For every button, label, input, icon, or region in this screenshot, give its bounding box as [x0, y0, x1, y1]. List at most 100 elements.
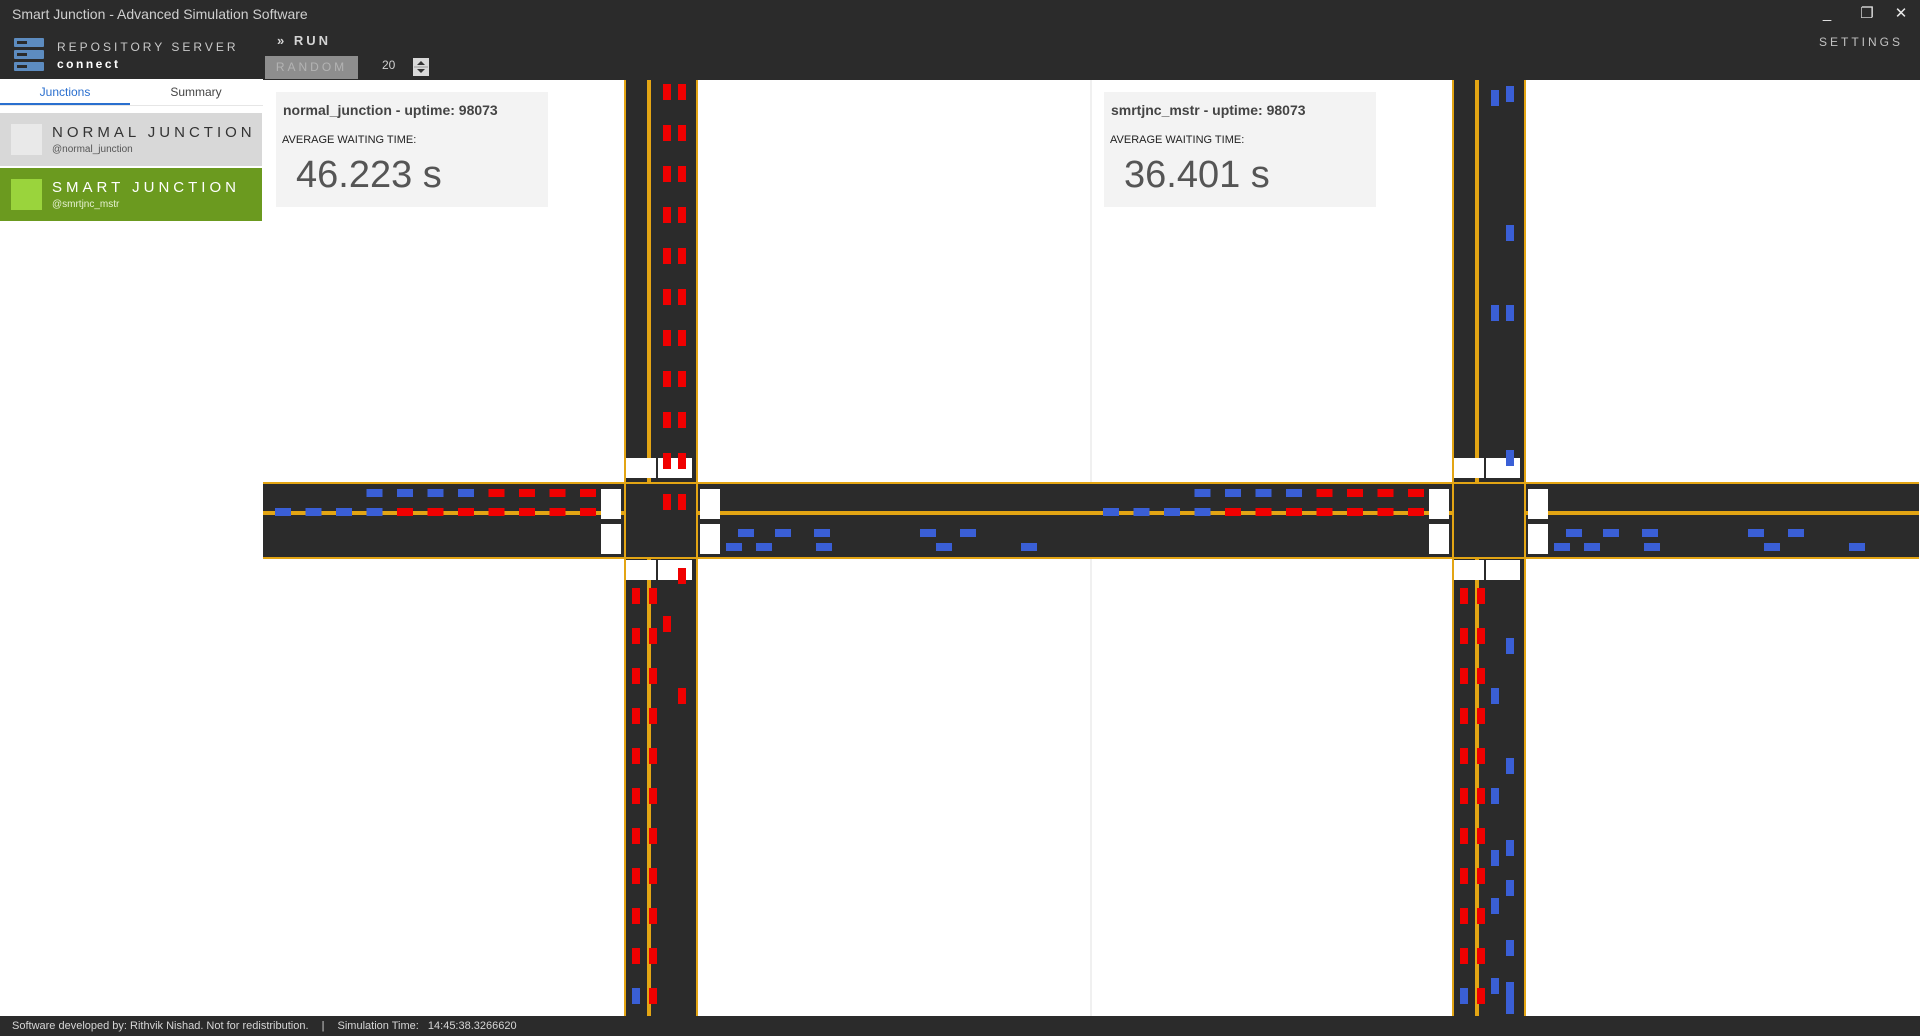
car: [1194, 489, 1211, 497]
car: [632, 828, 640, 844]
car: [649, 788, 657, 804]
car: [1225, 489, 1241, 497]
car: [814, 529, 830, 537]
car: [1506, 840, 1514, 856]
car: [738, 529, 754, 537]
random-button[interactable]: RANDOM: [265, 56, 358, 79]
crosswalk: [1528, 524, 1548, 554]
crosswalk: [1528, 489, 1548, 519]
car: [1491, 90, 1499, 106]
average-waiting-time: 36.401 s: [1124, 154, 1270, 196]
car: [726, 543, 742, 551]
car: [632, 908, 640, 924]
count-spinner[interactable]: [413, 58, 429, 76]
car: [458, 489, 474, 497]
car: [663, 371, 671, 387]
car: [663, 248, 671, 264]
car: [632, 708, 640, 724]
car: [678, 494, 686, 510]
car: [397, 508, 413, 516]
car: [458, 508, 474, 516]
status-bar: Software developed by: Rithvik Nishad. N…: [0, 1016, 1920, 1036]
car: [1255, 489, 1272, 497]
car: [936, 543, 952, 551]
car: [663, 616, 671, 632]
tab-junctions[interactable]: Junctions: [0, 79, 130, 105]
junction-simulation-view: [263, 80, 1919, 1016]
car: [1506, 880, 1514, 896]
car: [649, 868, 657, 884]
connect-link[interactable]: connect: [57, 57, 121, 71]
car: [1477, 708, 1485, 724]
count-input[interactable]: 20: [382, 58, 395, 72]
car: [649, 948, 657, 964]
car: [632, 588, 640, 604]
car: [632, 748, 640, 764]
car: [1460, 908, 1468, 924]
car: [960, 529, 976, 537]
car: [1477, 908, 1485, 924]
car: [1460, 948, 1468, 964]
stats-label: AVERAGE WAITING TIME:: [1110, 134, 1245, 146]
car: [632, 668, 640, 684]
junction-color-swatch: [11, 124, 42, 155]
close-button[interactable]: ✕: [1886, 3, 1916, 25]
junction-name: NORMAL JUNCTION: [52, 124, 256, 141]
car: [1554, 543, 1570, 551]
car: [1460, 788, 1468, 804]
minimize-button[interactable]: _: [1812, 3, 1842, 25]
car: [678, 125, 686, 141]
junction-color-swatch: [11, 179, 42, 210]
car: [488, 489, 505, 497]
car: [678, 207, 686, 223]
car: [1764, 543, 1780, 551]
car: [1603, 529, 1619, 537]
car: [305, 508, 322, 516]
junction-item-smart[interactable]: SMART JUNCTION @smrtjnc_mstr: [0, 168, 262, 221]
car: [1377, 489, 1394, 497]
car: [427, 489, 444, 497]
toolbar: » RUN RANDOM 20 SETTINGS: [263, 29, 1920, 80]
car: [366, 489, 383, 497]
crosswalk: [700, 524, 720, 554]
car: [678, 84, 686, 100]
car: [663, 207, 671, 223]
stats-header: normal_junction - uptime: 98073: [283, 102, 498, 118]
car: [1566, 529, 1582, 537]
car: [678, 371, 686, 387]
car: [1347, 508, 1363, 516]
car: [678, 166, 686, 182]
repository-server-panel[interactable]: REPOSITORY SERVER connect: [0, 29, 263, 79]
car: [1286, 489, 1302, 497]
car: [1642, 529, 1658, 537]
car: [275, 508, 291, 516]
car: [649, 988, 657, 1004]
car: [632, 788, 640, 804]
stats-panel-normal: normal_junction - uptime: 98073 AVERAGE …: [276, 92, 548, 207]
tab-summary[interactable]: Summary: [131, 79, 261, 105]
car: [663, 330, 671, 346]
car: [1477, 588, 1485, 604]
car: [678, 453, 686, 469]
car: [488, 508, 505, 516]
car: [1460, 988, 1468, 1004]
car: [1506, 982, 1514, 998]
car: [1477, 948, 1485, 964]
car: [649, 708, 657, 724]
car: [1164, 508, 1180, 516]
settings-button[interactable]: SETTINGS: [1819, 35, 1903, 49]
junction-item-normal[interactable]: NORMAL JUNCTION @normal_junction: [0, 113, 262, 166]
car: [649, 628, 657, 644]
car: [663, 166, 671, 182]
car: [649, 588, 657, 604]
run-button[interactable]: » RUN: [277, 33, 331, 48]
server-icon: [14, 38, 44, 71]
car: [1194, 508, 1211, 516]
car: [816, 543, 832, 551]
sidebar: REPOSITORY SERVER connect Junctions Summ…: [0, 29, 263, 1016]
window-title: Smart Junction - Advanced Simulation Sof…: [12, 6, 308, 22]
car: [663, 125, 671, 141]
restore-button[interactable]: ❐: [1852, 3, 1882, 25]
car: [649, 908, 657, 924]
car: [678, 412, 686, 428]
